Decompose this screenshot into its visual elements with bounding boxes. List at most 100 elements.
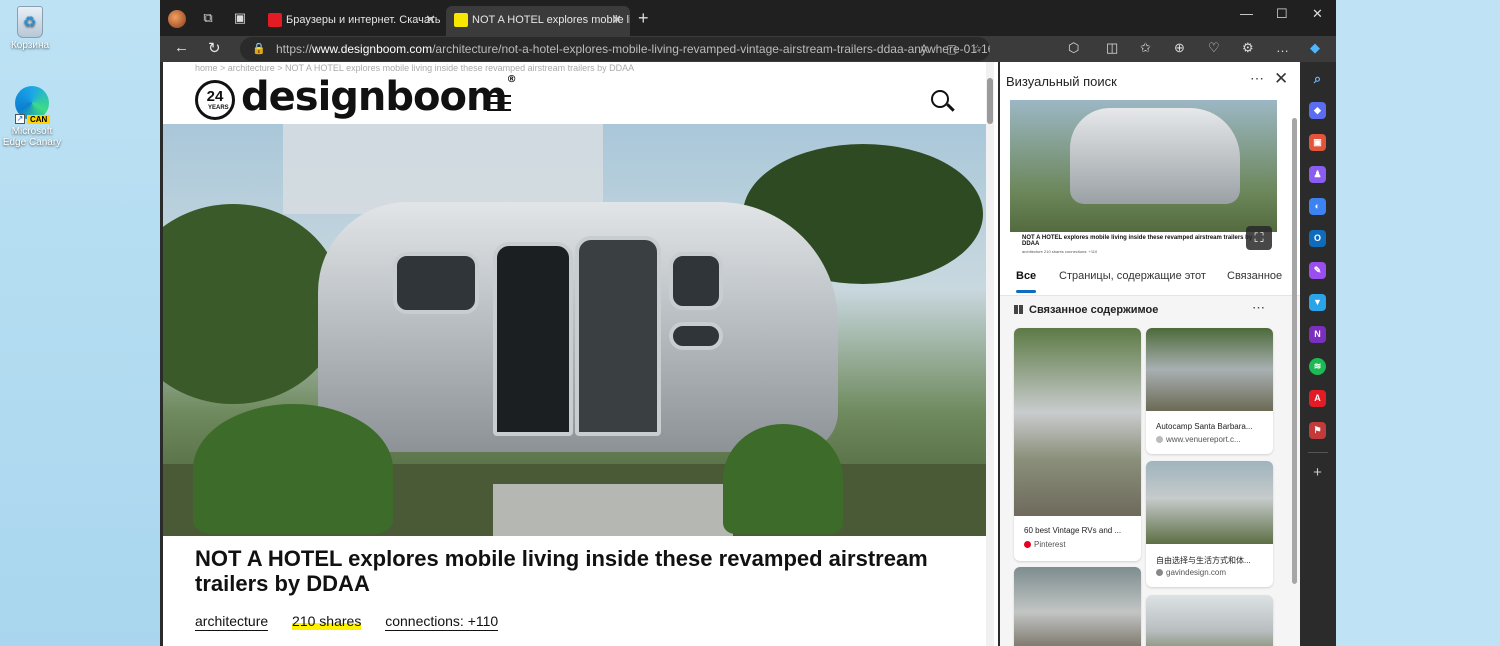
related-card[interactable]: Autocamp Santa Barbara... www.venuerepor…	[1146, 328, 1273, 454]
search-icon[interactable]	[931, 90, 949, 108]
tab-all[interactable]: Все	[1016, 270, 1037, 293]
tab-pages-containing[interactable]: Страницы, содержащие этот	[1059, 270, 1206, 282]
panel-scrollbar[interactable]	[1292, 118, 1297, 584]
search-icon[interactable]: ⌕	[1309, 70, 1326, 87]
shopping-tag-icon[interactable]: ◆	[1309, 102, 1326, 119]
close-window-icon[interactable]: ✕	[1312, 6, 1323, 22]
related-card[interactable]: 60 best Vintage RVs and ... Pinterest	[1014, 328, 1141, 561]
minimize-icon[interactable]: —	[1240, 6, 1253, 21]
related-content-heading: Связанное содержимое	[1014, 304, 1158, 316]
back-icon[interactable]: ←	[174, 39, 189, 56]
preview-caption: NOT A HOTEL explores mobile living insid…	[1010, 232, 1277, 256]
navigation-toolbar: ← ↻ 🔒 https://www.designboom.com/archite…	[160, 36, 1336, 62]
connections-link[interactable]: connections: +110	[385, 613, 499, 631]
card-title: Autocamp Santa Barbara...	[1156, 422, 1253, 431]
tools-icon[interactable]: ▣	[1309, 134, 1326, 151]
badge-number: 24	[206, 88, 224, 105]
close-tab-icon[interactable]: ✕	[425, 6, 436, 34]
games-icon[interactable]: ♟	[1309, 166, 1326, 183]
edge-canary-label: Microsoft Edge Canary	[2, 126, 62, 148]
preview-caption-meta: architecture 210 shares connections: +11…	[1022, 249, 1098, 254]
outlook-icon[interactable]: O	[1309, 230, 1326, 247]
read-aloud-icon[interactable]: A	[920, 37, 928, 61]
favorites-icon[interactable]: ✩	[1140, 40, 1151, 56]
trailer-window	[669, 252, 723, 310]
web-page: home > architecture > NOT A HOTEL explor…	[163, 62, 998, 646]
address-bar[interactable]: 🔒 https://www.designboom.com/architectur…	[240, 37, 990, 61]
panel-title: Визуальный поиск	[1006, 74, 1117, 89]
related-card[interactable]	[1014, 567, 1141, 646]
category-link[interactable]: architecture	[195, 613, 269, 631]
plants-left	[193, 404, 393, 534]
card-source-text: www.venuereport.c...	[1166, 435, 1241, 444]
url-domain: www.designboom.com	[312, 42, 433, 56]
add-app-icon[interactable]: +	[1309, 464, 1326, 481]
red-a-app-icon[interactable]: A	[1309, 390, 1326, 407]
related-card[interactable]: 自由选择与生活方式和体... gavindesign.com	[1146, 461, 1273, 587]
trailer-window	[669, 322, 723, 350]
logo-text: designboom	[241, 74, 508, 120]
shortcut-arrow-icon: ↗	[15, 114, 25, 124]
shares-link[interactable]: 210 shares	[292, 613, 362, 630]
immersive-reader-icon[interactable]: ▢	[946, 37, 957, 61]
tab-title: Браузеры и интернет. Скачать б	[286, 14, 444, 26]
related-card[interactable]	[1146, 595, 1273, 646]
settings-more-icon[interactable]: …	[1276, 40, 1289, 55]
sidebar-divider	[1308, 452, 1328, 453]
site-logo[interactable]: designboom®	[241, 74, 517, 120]
canary-badge: CAN	[27, 115, 51, 124]
recycle-bin[interactable]: Корзина	[0, 6, 62, 51]
search-preview-image[interactable]: NOT A HOTEL explores mobile living insid…	[1010, 100, 1277, 256]
spotify-icon[interactable]: ≋	[1309, 358, 1326, 375]
drop-icon[interactable]: ▼	[1309, 294, 1326, 311]
preview-trailer	[1070, 108, 1240, 204]
site-icon	[1156, 436, 1163, 443]
trees-left	[163, 204, 343, 404]
onenote-icon[interactable]: N	[1309, 326, 1326, 343]
article-title: NOT A HOTEL explores mobile living insid…	[195, 546, 928, 596]
close-icon[interactable]: ✕	[1274, 69, 1288, 89]
profile-avatar[interactable]	[168, 10, 186, 28]
collections-icon[interactable]: ⊕	[1174, 40, 1185, 56]
trailer-window	[393, 252, 479, 314]
breadcrumb[interactable]: home > architecture > NOT A HOTEL explor…	[195, 63, 634, 73]
edge-canary-shortcut[interactable]: ↗ CAN Microsoft Edge Canary	[0, 86, 64, 148]
designboom-icon	[454, 13, 468, 27]
split-screen-icon[interactable]: ◫	[1106, 40, 1118, 56]
hero-image	[163, 124, 986, 536]
performance-icon[interactable]: ⚙	[1242, 40, 1254, 56]
refresh-icon[interactable]: ↻	[208, 39, 221, 57]
app-icon[interactable]: ⚑	[1309, 422, 1326, 439]
pinterest-icon	[1024, 541, 1031, 548]
tab-actions-icon[interactable]: ▣	[232, 10, 248, 26]
maximize-icon[interactable]: ☐	[1276, 6, 1288, 22]
tab-designboom[interactable]: NOT A HOTEL explores mobile li ✕	[446, 6, 630, 36]
tab-related[interactable]: Связанное	[1227, 270, 1282, 282]
close-tab-icon[interactable]: ✕	[611, 6, 622, 34]
browser-essentials-icon[interactable]: ♡	[1208, 40, 1220, 56]
recycle-bin-label: Корзина	[10, 40, 50, 51]
panel-more-icon[interactable]: ⋯	[1250, 70, 1264, 87]
workspaces-icon[interactable]: ⧉	[200, 10, 216, 26]
designer-icon[interactable]: ✎	[1309, 262, 1326, 279]
copilot-app-icon[interactable]: ◐	[1309, 198, 1326, 215]
red-a-icon	[268, 13, 282, 27]
tab-browsers[interactable]: Браузеры и интернет. Скачать б ✕	[260, 6, 444, 36]
card-title: 自由选择与生活方式和体...	[1156, 556, 1251, 565]
extensions-icon[interactable]: ⬡	[1068, 40, 1079, 56]
new-tab-button[interactable]: +	[638, 8, 649, 29]
trailer-doorway	[575, 236, 661, 436]
scroll-thumb[interactable]	[987, 78, 993, 124]
concrete-path	[493, 484, 733, 536]
edge-sidebar: ⌕ ◆ ▣ ♟ ◐ O ✎ ▼ N ≋ A ⚑ +	[1300, 62, 1336, 646]
copilot-icon[interactable]: ◆	[1310, 40, 1320, 56]
related-more-icon[interactable]: ⋯	[1252, 300, 1265, 316]
card-source-text: Pinterest	[1034, 540, 1066, 549]
visual-search-crop-icon[interactable]: ⛶	[1246, 226, 1272, 250]
favorite-star-icon[interactable]: ☆	[972, 37, 983, 61]
menu-icon[interactable]	[487, 95, 511, 111]
panel-scroll-thumb[interactable]	[1292, 118, 1297, 584]
page-scrollbar[interactable]	[986, 62, 994, 646]
related-image	[1146, 328, 1273, 411]
globe-icon	[1156, 569, 1163, 576]
